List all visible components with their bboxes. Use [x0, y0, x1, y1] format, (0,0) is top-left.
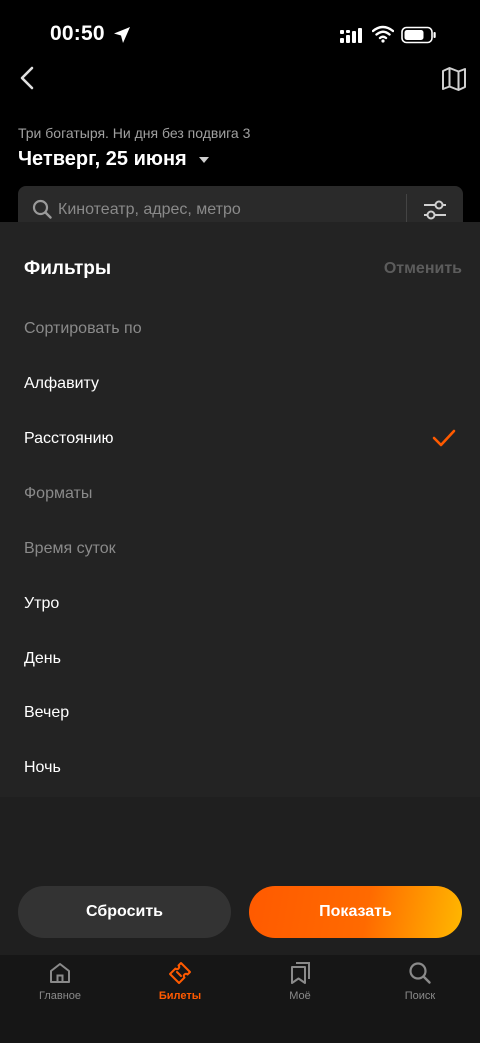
- date-label: Четверг, 25 июня: [18, 148, 187, 170]
- time-option-day[interactable]: День: [0, 632, 480, 686]
- cinema-filters-screen: 00:50 Три богатыря. Ни дня без подвига 3…: [0, 0, 480, 1043]
- tab-label: Моё: [289, 990, 311, 1002]
- time-section-header: Время суток: [0, 522, 480, 576]
- location-arrow-icon: [114, 27, 130, 43]
- sort-option-distance[interactable]: Расстоянию: [0, 412, 480, 466]
- sort-section-label: Сортировать по: [24, 320, 142, 337]
- search-input[interactable]: [58, 198, 398, 222]
- time-option-night[interactable]: Ночь: [0, 741, 480, 795]
- search-icon: [32, 199, 52, 219]
- filters-list: Фильтры Отменить Сортировать по Алфавиту…: [0, 222, 480, 797]
- time-section-label: Время суток: [24, 540, 116, 557]
- search-icon: [409, 962, 431, 984]
- tab-label: Главное: [38, 990, 82, 1002]
- tab-search[interactable]: Поиск: [360, 955, 480, 1015]
- cellular-signal-icon: [340, 28, 362, 43]
- date-selector[interactable]: Четверг, 25 июня: [18, 148, 209, 171]
- back-chevron-icon[interactable]: [14, 64, 42, 92]
- status-bar: 00:50: [0, 0, 480, 70]
- time-option-label: Утро: [24, 595, 60, 612]
- formats-section-label: Форматы: [24, 485, 93, 502]
- ticket-icon: [169, 962, 191, 984]
- wifi-icon: [372, 25, 394, 43]
- sort-option-label: Расстоянию: [24, 430, 114, 447]
- time-option-label: Ночь: [24, 759, 61, 776]
- time-option-evening[interactable]: Вечер: [0, 686, 480, 740]
- filter-sliders-icon[interactable]: [420, 198, 450, 222]
- battery-icon: [401, 26, 436, 44]
- tab-label: Поиск: [404, 990, 436, 1002]
- formats-section-header[interactable]: Форматы: [0, 467, 480, 521]
- cancel-button[interactable]: Отменить: [384, 260, 462, 278]
- tab-bar: Главное Билеты Моё Поиск: [0, 955, 480, 1043]
- checkmark-icon: [432, 429, 456, 447]
- tab-mine[interactable]: Моё: [240, 955, 360, 1015]
- sheet-title: Фильтры: [24, 258, 112, 279]
- tab-tickets[interactable]: Билеты: [120, 955, 240, 1015]
- filters-sheet: Фильтры Отменить Сортировать по Алфавиту…: [0, 222, 480, 957]
- time-option-label: День: [24, 650, 61, 667]
- status-time: 00:50: [50, 22, 105, 45]
- tab-label: Билеты: [158, 990, 202, 1002]
- tab-home[interactable]: Главное: [0, 955, 120, 1015]
- sort-option-alphabet[interactable]: Алфавиту: [0, 357, 480, 411]
- sort-option-label: Алфавиту: [24, 375, 100, 392]
- bookmarks-icon: [291, 962, 310, 984]
- movie-title: Три богатыря. Ни дня без подвига 3: [18, 125, 251, 141]
- time-option-label: Вечер: [24, 704, 70, 721]
- reset-button[interactable]: Сбросить: [18, 886, 231, 938]
- show-button[interactable]: Показать: [249, 886, 462, 938]
- time-option-morning[interactable]: Утро: [0, 577, 480, 631]
- map-icon[interactable]: [440, 66, 468, 92]
- caret-down-icon: [198, 156, 209, 163]
- home-icon: [50, 963, 70, 983]
- sort-section-header: Сортировать по: [0, 302, 480, 356]
